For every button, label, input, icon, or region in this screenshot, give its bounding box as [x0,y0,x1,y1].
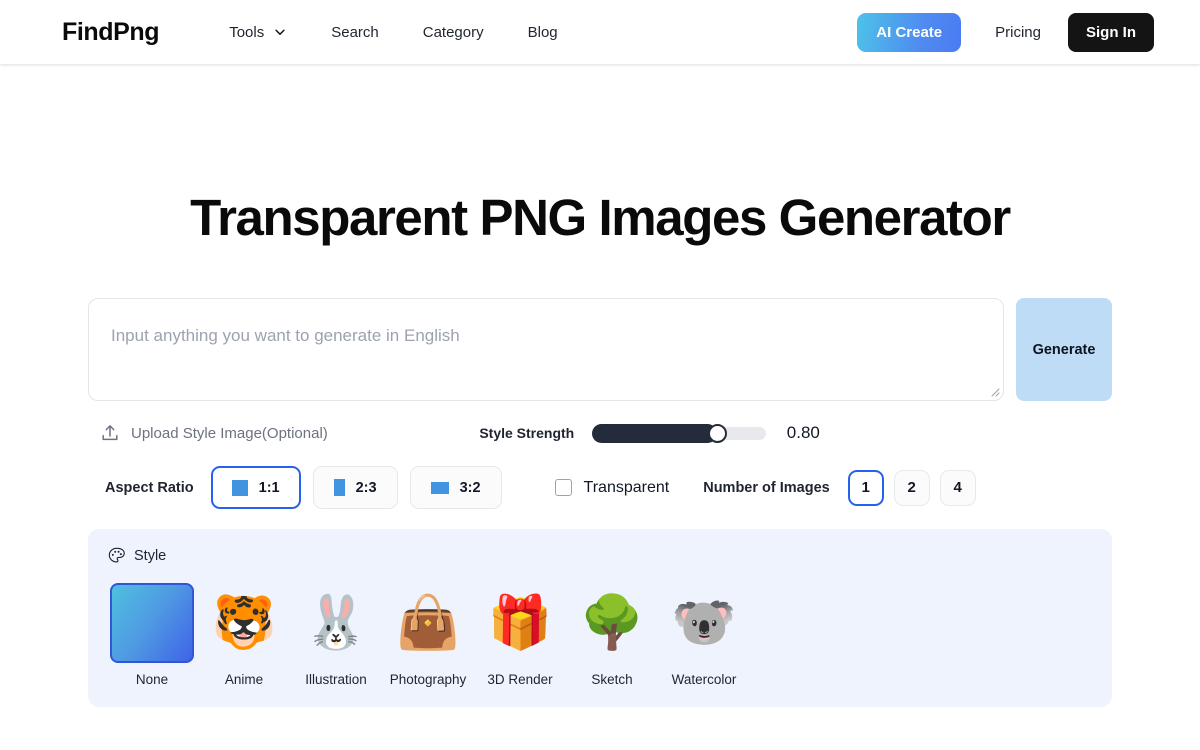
palette-icon [108,547,125,564]
upload-style-image-label: Upload Style Image(Optional) [131,424,328,442]
portrait-ratio-icon [333,479,345,497]
image-count-option-4[interactable]: 4 [939,469,976,506]
gradient-swatch-icon [110,583,194,664]
aspect-ratio-option-label: 1:1 [258,479,280,496]
aspect-ratio-option-label: 3:2 [459,479,481,496]
style-option-label: Anime [224,672,264,688]
nav-item-search[interactable]: Search [309,16,401,49]
number-of-images-label: Number of Images [703,479,830,496]
aspect-ratio-label: Aspect Ratio [105,479,194,496]
aspect-ratio-group: 1:1 2:3 3:2 [210,466,502,510]
style-option-3d-render[interactable]: 🎁 3D Render [474,583,566,687]
style-option-label: Sketch [591,672,633,688]
transparent-checkbox[interactable] [554,479,572,497]
style-option-label: Photography [389,672,467,688]
slider-fill [591,424,718,444]
style-option-watercolor[interactable]: 🐨 Watercolor [658,583,750,687]
aspect-ratio-option-1-1[interactable]: 1:1 [210,466,301,510]
header-actions: AI Create Pricing Sign In [857,12,1154,52]
generate-button[interactable]: Generate [1016,298,1112,402]
aspect-ratio-option-label: 2:3 [355,479,377,496]
tree-image-icon: 🌳 [579,594,645,653]
sign-in-button[interactable]: Sign In [1068,12,1154,52]
prompt-box [88,298,1004,402]
main-nav: Tools Search Category Blog [207,16,579,49]
prompt-row: Generate [88,298,1112,402]
image-count-option-1[interactable]: 1 [847,469,884,506]
koala-image-icon: 🐨 [671,594,737,653]
style-panel: Style None 🐯 Anime 🐰 Illustration 👜 Phot… [88,529,1112,708]
nav-item-label: Tools [229,23,265,41]
style-option-label: None [135,672,169,688]
nav-item-label: Category [422,23,484,41]
nav-item-blog[interactable]: Blog [506,16,580,49]
brand-logo[interactable]: FindPng [62,18,160,47]
chevron-down-icon [273,25,287,39]
options-row-ratio-count: Aspect Ratio 1:1 2:3 3:2 Transparent Num… [88,466,1112,510]
style-option-none[interactable]: None [106,583,198,687]
main-content: Transparent PNG Images Generator Generat… [0,189,1200,708]
style-option-label: Illustration [305,672,367,688]
style-option-anime[interactable]: 🐯 Anime [198,583,290,687]
style-option-sketch[interactable]: 🌳 Sketch [566,583,658,687]
style-strength-slider[interactable] [591,424,766,444]
slider-thumb[interactable] [708,424,728,444]
style-strength-value: 0.80 [786,423,820,443]
nav-item-label: Search [331,23,379,41]
style-panel-header: Style [106,547,1094,564]
nav-item-tools[interactable]: Tools [207,16,309,49]
nav-item-label: Blog [527,23,558,41]
style-grid: None 🐯 Anime 🐰 Illustration 👜 Photograph… [106,583,1094,687]
number-of-images-group: 1 2 4 [847,469,976,506]
nav-item-pricing[interactable]: Pricing [977,16,1059,49]
resize-handle-icon[interactable] [987,384,1000,397]
upload-icon [100,423,120,443]
transparent-label: Transparent [583,478,670,496]
nav-item-category[interactable]: Category [401,16,506,49]
site-header: FindPng Tools Search Category Blog AI Cr… [0,0,1200,64]
rabbit-image-icon: 🐰 [303,594,369,653]
style-option-label: Watercolor [671,672,737,688]
image-count-option-2[interactable]: 2 [893,469,930,506]
style-strength-control: 0.80 [591,423,820,444]
options-row-upload-strength: Upload Style Image(Optional) Style Stren… [88,423,1112,444]
prompt-input[interactable] [111,325,981,375]
aspect-ratio-option-3-2[interactable]: 3:2 [409,466,502,510]
aspect-ratio-option-2-3[interactable]: 2:3 [312,466,398,510]
style-panel-heading: Style [134,547,167,564]
landscape-ratio-icon [430,481,449,494]
style-strength-label: Style Strength [479,425,575,442]
handbag-image-icon: 👜 [395,594,461,653]
giftbox-image-icon: 🎁 [487,594,553,653]
ai-create-button[interactable]: AI Create [857,12,962,52]
style-option-illustration[interactable]: 🐰 Illustration [290,583,382,687]
style-option-label: 3D Render [487,672,553,688]
upload-style-image-button[interactable]: Upload Style Image(Optional) [100,423,328,443]
tiger-image-icon: 🐯 [211,594,277,653]
style-option-photography[interactable]: 👜 Photography [382,583,474,687]
square-ratio-icon [231,479,248,496]
transparent-toggle[interactable]: Transparent [554,478,670,497]
page-title: Transparent PNG Images Generator [190,189,1011,246]
